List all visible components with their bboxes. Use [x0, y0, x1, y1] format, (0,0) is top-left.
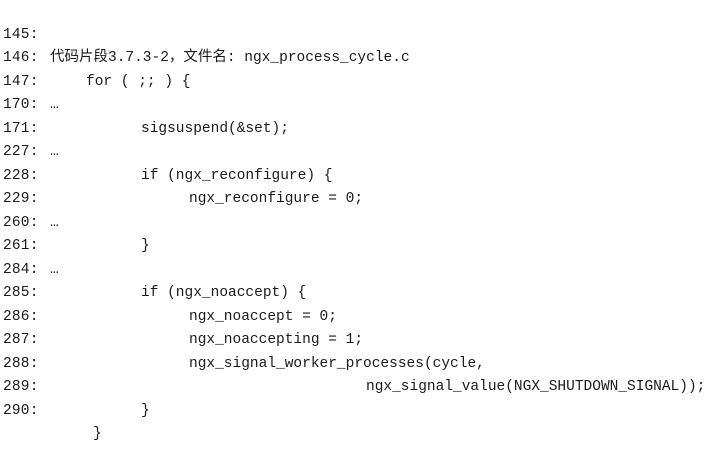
line-code: ngx_signal_value(NGX_SHUTDOWN_SIGNAL)); [366, 379, 706, 395]
line-number: 290: [3, 402, 39, 419]
code-line: 284: if (ngx_noaccept) { [0, 235, 306, 302]
line-code: } [93, 426, 102, 442]
code-line: 287: ngx_signal_worker_processes(cycle, [0, 306, 485, 372]
code-line: 229: … [0, 165, 59, 231]
line-code: ngx_reconfigure = 0; [189, 191, 364, 207]
code-listing: 145: 代码片段3.7.3-2，文件名: ngx_process_cycle.… [0, 0, 712, 443]
line-code: 代码片段3.7.3-2，文件名: ngx_process_cycle.c [50, 50, 410, 66]
line-code: ngx_noaccept = 0; [189, 308, 337, 325]
line-code: ngx_signal_worker_processes(cycle, [189, 355, 485, 372]
code-line: 146: for ( ;; ) { [0, 24, 190, 90]
line-code: ngx_noaccepting = 1; [189, 332, 364, 348]
line-code: sigsuspend(&set); [141, 120, 289, 137]
code-line: 290: } [0, 376, 102, 443]
line-code: if (ngx_reconfigure) { [141, 167, 333, 184]
code-line: 227: if (ngx_reconfigure) { [0, 118, 332, 184]
code-line: 286: ngx_noaccepting = 1; [0, 282, 363, 349]
code-line: 289: } [0, 353, 150, 419]
code-line: 171: … [0, 94, 59, 161]
line-code: } [141, 402, 150, 419]
line-code: for ( ;; ) { [86, 73, 191, 90]
code-line: 288: ngx_signal_value(NGX_SHUTDOWN_SIGNA… [0, 329, 705, 396]
code-line: 260: } [0, 188, 150, 255]
code-line: 170: sigsuspend(&set); [0, 71, 289, 137]
code-line: 228: ngx_reconfigure = 0; [0, 141, 363, 208]
code-line: 261: … [0, 212, 59, 278]
code-line: 147: … [0, 47, 59, 114]
code-line: 285: ngx_noaccept = 0; [0, 259, 337, 325]
line-code: if (ngx_noaccept) { [141, 285, 307, 301]
code-line: 145: 代码片段3.7.3-2，文件名: ngx_process_cycle.… [0, 0, 410, 67]
line-code: } [141, 238, 150, 254]
